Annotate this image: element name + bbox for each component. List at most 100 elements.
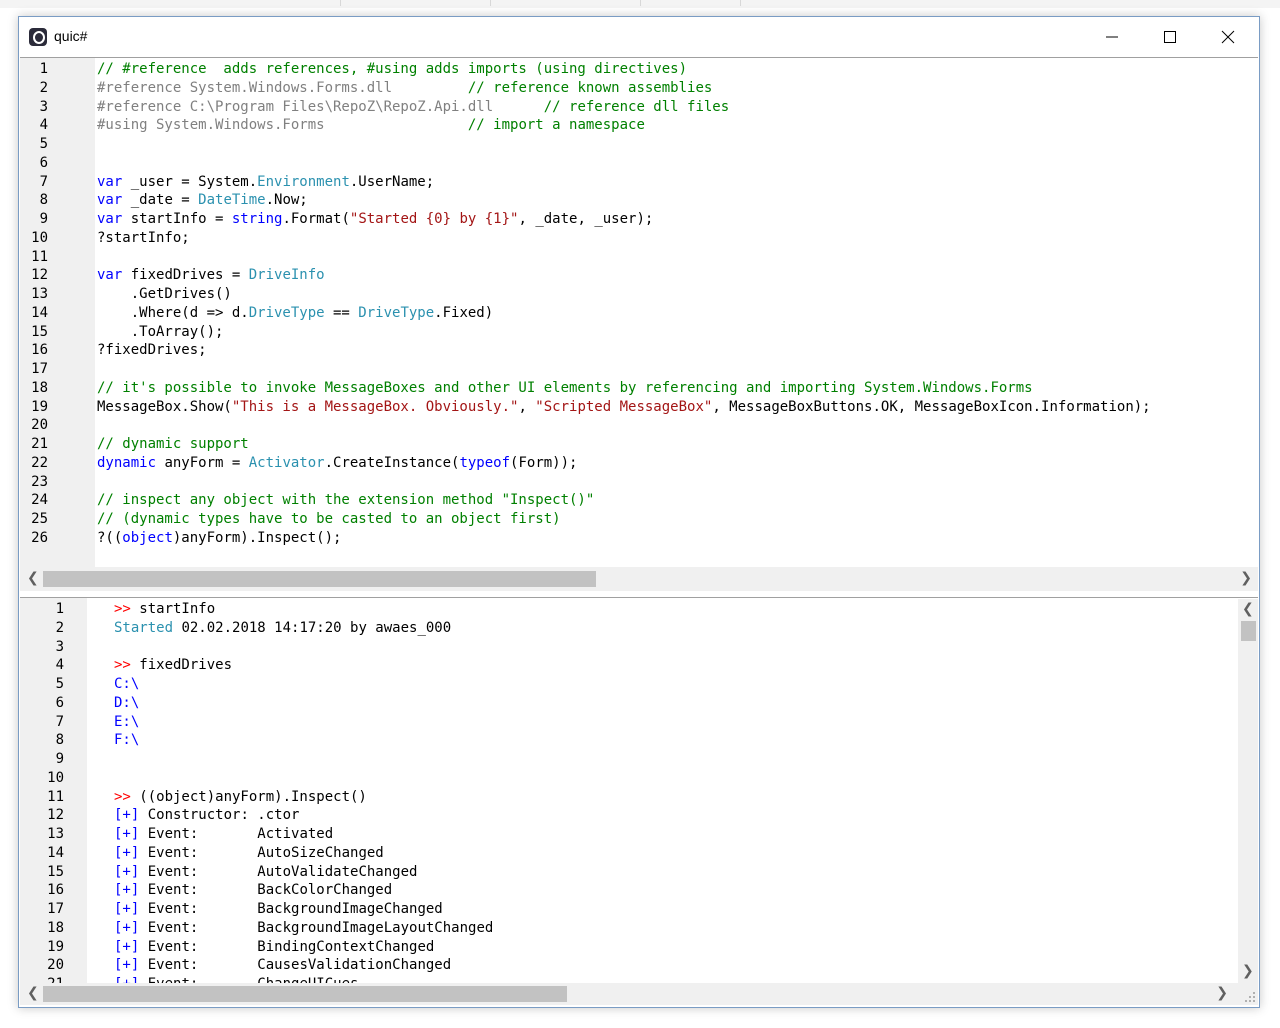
- output-line: 19 [+] Event: BindingContextChanged: [20, 938, 1258, 957]
- code-token: DriveType: [248, 304, 325, 321]
- code-token: Constructor: .ctor: [139, 807, 300, 824]
- editor-line: 8 var _date = DateTime.Now;: [20, 191, 1258, 210]
- code-token: MessageBox.Show(: [97, 398, 232, 415]
- line-number: 11: [47, 788, 64, 805]
- code-token: Event: Activated: [139, 826, 334, 842]
- editor-line: 18 // it's possible to invoke MessageBoxe…: [20, 379, 1258, 398]
- output-line: 16 [+] Event: BackColorChanged: [20, 881, 1258, 900]
- code-token: anyForm =: [156, 454, 249, 471]
- code-token: [+]: [114, 826, 140, 842]
- quicsharp-app-icon[interactable]: [29, 28, 47, 46]
- output-line: 12 [+] Constructor: .ctor: [20, 806, 1258, 825]
- resize-grip-icon[interactable]: [1244, 991, 1256, 1003]
- chevron-down-icon[interactable]: ❯: [1242, 963, 1254, 979]
- output-code: >> ((object)anyForm).Inspect(): [114, 788, 367, 807]
- output-code: [+] Event: AutoValidateChanged: [114, 863, 417, 882]
- code-token: // (dynamic types have to be casted to a…: [97, 511, 561, 527]
- line-number: 14: [31, 304, 48, 321]
- code-token: typeof: [459, 454, 511, 471]
- line-number: 10: [47, 769, 64, 786]
- code-token: [+]: [114, 807, 140, 824]
- line-number: 25: [31, 511, 48, 527]
- code-token: (Form));: [510, 454, 578, 471]
- code-token: // it's possible to invoke MessageBoxes …: [97, 379, 1033, 396]
- maximize-button[interactable]: [1141, 17, 1199, 57]
- output-line: 7 E:\: [20, 713, 1258, 732]
- editor-code: var _date = DateTime.Now;: [97, 191, 308, 210]
- code-token: "Started {0} by {1}": [349, 211, 519, 227]
- editor-code: // it's possible to invoke MessageBoxes …: [97, 379, 1033, 398]
- output-line: 3: [20, 638, 1258, 657]
- output-line: 10: [20, 769, 1258, 788]
- line-number: 1: [39, 61, 48, 77]
- editor-scroll-thumb[interactable]: [43, 571, 596, 587]
- tab-divider: [490, 0, 491, 6]
- editor-line: 2 #reference System.Windows.Forms.dll // …: [20, 79, 1258, 98]
- code-token: _user = System.: [122, 173, 258, 190]
- output-line: 5 C:\: [20, 675, 1258, 694]
- line-number: 10: [31, 229, 48, 246]
- chevron-left-icon[interactable]: ❮: [27, 570, 39, 586]
- code-token: #using System.Windows.Forms: [97, 117, 325, 134]
- output-code: E:\: [114, 713, 139, 732]
- code-token: [+]: [114, 844, 140, 861]
- output-line: 11 >> ((object)anyForm).Inspect(): [20, 788, 1258, 807]
- code-token: // reference dll files: [543, 98, 730, 115]
- code-token: .Fixed): [434, 304, 494, 321]
- editor-line: 14 .Where(d => d.DriveType == DriveType.…: [20, 304, 1258, 323]
- code-token: ,: [518, 398, 536, 415]
- output-console[interactable]: 1 >> startInfo 2 Started 02.02.2018 14:17:2…: [20, 597, 1258, 986]
- output-line: 8 F:\: [20, 731, 1258, 750]
- output-vertical-scrollbar[interactable]: ❮ ❯: [1238, 599, 1258, 983]
- chevron-up-icon[interactable]: ❮: [1242, 601, 1254, 617]
- code-token: E:\: [114, 713, 140, 730]
- code-token: "Scripted MessageBox": [535, 398, 713, 415]
- code-token: // import a namespace: [467, 117, 645, 134]
- code-token: _date =: [122, 192, 199, 209]
- code-token: ==: [324, 304, 359, 321]
- title-bar[interactable]: quic#: [19, 17, 1259, 57]
- chevron-left-icon[interactable]: ❮: [27, 985, 39, 1001]
- editor-code: ?startInfo;: [97, 229, 190, 248]
- minimize-button[interactable]: [1083, 17, 1141, 57]
- close-button[interactable]: [1199, 17, 1257, 57]
- code-token: var: [97, 192, 123, 209]
- output-line: 14 [+] Event: AutoSizeChanged: [20, 844, 1258, 863]
- code-token: [+]: [114, 957, 140, 974]
- line-number: 12: [31, 267, 48, 284]
- code-token: >>: [114, 601, 131, 617]
- output-horizontal-scrollbar[interactable]: ❮ ❯: [20, 983, 1258, 1005]
- output-code: [+] Event: BackgroundImageChanged: [114, 900, 443, 919]
- code-token: startInfo =: [122, 211, 232, 227]
- output-code: [+] Event: BackColorChanged: [114, 881, 392, 900]
- editor-horizontal-scrollbar[interactable]: ❮ ❯: [20, 567, 1258, 591]
- code-token: // reference known assemblies: [467, 79, 713, 96]
- chevron-right-icon[interactable]: ❯: [1240, 570, 1252, 586]
- editor-line: 9 var startInfo = string.Format("Started …: [20, 210, 1258, 229]
- editor-code: // dynamic support: [97, 435, 249, 454]
- script-editor[interactable]: 1 // #reference adds references, #using a…: [20, 57, 1258, 571]
- output-scroll-thumb-horizontal[interactable]: [43, 986, 567, 1002]
- code-token: var: [97, 211, 123, 227]
- line-number: 20: [47, 957, 64, 974]
- code-token: ?startInfo;: [97, 229, 190, 246]
- output-line: 9: [20, 750, 1258, 769]
- line-number: 3: [55, 638, 64, 655]
- line-number: 18: [31, 379, 48, 396]
- line-number: 5: [39, 136, 48, 152]
- output-scroll-thumb[interactable]: [1241, 621, 1256, 641]
- line-number: 13: [31, 286, 48, 302]
- code-token: Activator: [248, 454, 325, 471]
- editor-line: 10 ?startInfo;: [20, 229, 1258, 248]
- code-token: )anyForm).Inspect();: [172, 529, 342, 546]
- output-line: 17 [+] Event: BackgroundImageChanged: [20, 900, 1258, 919]
- code-token: .CreateInstance(: [324, 454, 460, 471]
- code-token: F:\: [114, 732, 140, 749]
- chevron-right-icon[interactable]: ❯: [1216, 985, 1228, 1001]
- output-line: 2 Started 02.02.2018 14:17:20 by awaes_00…: [20, 619, 1258, 638]
- output-code: Started 02.02.2018 14:17:20 by awaes_000: [114, 619, 451, 638]
- output-line: 13 [+] Event: Activated: [20, 825, 1258, 844]
- code-token: [+]: [114, 863, 140, 880]
- output-line: 18 [+] Event: BackgroundImageLayoutChange…: [20, 919, 1258, 938]
